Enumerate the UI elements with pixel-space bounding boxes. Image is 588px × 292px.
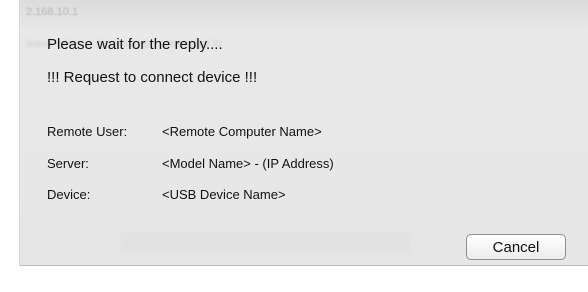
background-blur-bar — [120, 232, 410, 254]
background-ip-text: 2.168.10.1 — [26, 6, 78, 18]
request-message: !!! Request to connect device !!! — [47, 69, 258, 86]
device-value: <USB Device Name> — [162, 187, 286, 202]
server-value: <Model Name> - (IP Address) — [162, 156, 334, 171]
cancel-button[interactable]: Cancel — [466, 234, 566, 260]
wait-message: Please wait for the reply.... — [47, 36, 223, 53]
device-label: Device: — [47, 187, 91, 202]
remote-user-value: <Remote Computer Name> — [162, 124, 322, 139]
remote-user-label: Remote User: — [47, 124, 128, 139]
server-label: Server: — [47, 156, 89, 171]
background-window-strip — [20, 0, 588, 28]
connection-request-dialog: 2.168.10.1 lease select a device to be c… — [20, 0, 588, 266]
